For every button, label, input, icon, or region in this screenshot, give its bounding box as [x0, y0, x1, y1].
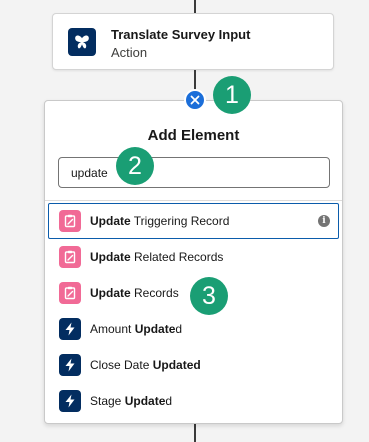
lightning-icon	[59, 390, 81, 412]
panel-title: Add Element	[147, 127, 240, 144]
record-update-icon	[59, 210, 81, 232]
info-icon[interactable]: i	[318, 215, 330, 227]
lightning-icon	[59, 354, 81, 376]
action-title: Translate Survey Input	[111, 27, 251, 42]
flow-connector-middle	[194, 70, 196, 90]
result-label: Update Related Records	[90, 250, 224, 264]
result-amount-updated[interactable]: Amount Updated	[48, 311, 339, 347]
callout-badge-2: 2	[116, 147, 154, 185]
flow-connector-bottom	[194, 424, 196, 442]
search-results-list: Update Triggering Record i Update Relate…	[45, 203, 342, 419]
result-label: Amount Updated	[90, 322, 183, 336]
action-element-card[interactable]: Translate Survey Input Action	[52, 13, 334, 70]
callout-badge-3: 3	[190, 277, 228, 315]
add-element-panel: Add Element Update Triggering Record i	[44, 100, 343, 424]
flow-connector-top	[194, 0, 196, 13]
lightning-icon	[59, 318, 81, 340]
callout-badge-1: 1	[213, 76, 251, 114]
butterfly-icon	[68, 28, 96, 56]
element-search-input[interactable]	[58, 157, 330, 188]
record-update-icon	[59, 282, 81, 304]
action-type-label: Action	[111, 45, 148, 60]
result-label: Update Records	[90, 286, 179, 300]
result-close-date-updated[interactable]: Close Date Updated	[48, 347, 339, 383]
result-stage-updated[interactable]: Stage Updated	[48, 383, 339, 419]
result-label: Stage Updated	[90, 394, 173, 408]
result-label: Close Date Updated	[90, 358, 201, 372]
record-update-icon	[59, 246, 81, 268]
result-update-related-records[interactable]: Update Related Records	[48, 239, 339, 275]
panel-divider	[45, 200, 342, 201]
result-label: Update Triggering Record	[90, 214, 230, 228]
close-icon	[190, 95, 200, 105]
close-add-element-button[interactable]	[184, 89, 206, 111]
result-update-triggering-record[interactable]: Update Triggering Record i	[48, 203, 339, 239]
